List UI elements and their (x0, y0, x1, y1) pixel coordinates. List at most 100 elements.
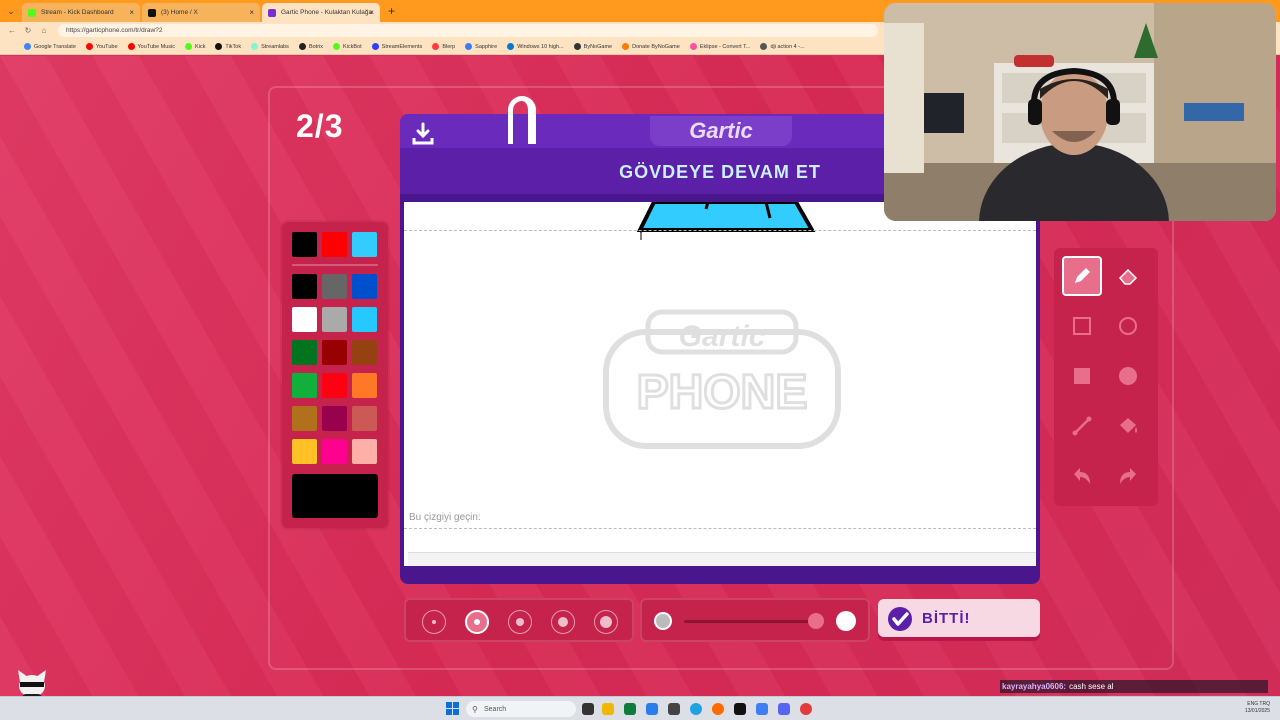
bookmark-favicon-icon (185, 43, 193, 50)
app2-icon[interactable] (756, 703, 768, 715)
undo-tool[interactable] (1062, 456, 1102, 496)
bookmark-favicon-icon (432, 43, 440, 50)
back-icon[interactable]: ← (4, 26, 20, 35)
color-swatch[interactable] (292, 406, 317, 431)
brush-size-option[interactable] (508, 610, 532, 634)
download-icon[interactable] (412, 122, 434, 146)
opacity-handle[interactable] (808, 613, 824, 629)
tiktok-icon[interactable] (734, 703, 746, 715)
color-swatch[interactable] (292, 307, 317, 332)
app-icon[interactable] (624, 703, 636, 715)
round-counter: 2/3 (296, 108, 344, 144)
bookmark-item[interactable]: Windows 10 high... (507, 43, 564, 50)
brush-size-option[interactable] (551, 610, 575, 634)
url-field[interactable]: https://garticphone.com/tr/draw?2 (58, 24, 878, 37)
close-tab-icon[interactable]: × (129, 8, 134, 17)
opacity-slider[interactable] (640, 598, 870, 642)
bookmark-item[interactable]: Botrix (298, 43, 323, 50)
discord-icon[interactable] (778, 703, 790, 715)
color-swatch[interactable] (352, 340, 377, 365)
color-swatch[interactable] (292, 373, 317, 398)
chat-username: kayrayahya0606: (1002, 682, 1067, 691)
bookmark-item[interactable]: dji action 4 -... (760, 43, 805, 50)
settings-icon[interactable] (668, 703, 680, 715)
rectangle-fill-tool[interactable] (1062, 356, 1102, 396)
bookmark-item[interactable]: KickBot (333, 43, 362, 50)
bookmark-label: Donate ByNoGame (632, 43, 680, 50)
recent-color-swatch[interactable] (352, 232, 377, 257)
tab-x-home[interactable]: (3) Home / X × (142, 3, 260, 22)
bucket-tool[interactable] (1108, 406, 1148, 446)
tab-kick-dashboard[interactable]: Stream - Kick Dashboard × (22, 3, 140, 22)
color-swatch[interactable] (352, 406, 377, 431)
tab-list-icon[interactable]: ⌄ (4, 4, 18, 18)
screen: ⌄ Stream - Kick Dashboard × (3) Home / X… (0, 0, 1280, 720)
undo-icon (1074, 468, 1090, 484)
system-tray[interactable]: ENG TRQ 13/01/2025 (1245, 701, 1270, 715)
bookmark-favicon-icon (371, 43, 379, 50)
obs-icon[interactable] (800, 703, 812, 715)
eraser-tool[interactable] (1108, 256, 1148, 296)
bookmark-label: ByNoGame (583, 43, 613, 50)
drawing-canvas[interactable]: Gartic PHONE Bu çizgiyi geçin: (404, 202, 1036, 566)
color-swatch[interactable] (322, 340, 347, 365)
bookmark-item[interactable]: Donate ByNoGame (622, 43, 680, 50)
color-swatch[interactable] (322, 439, 347, 464)
bookmark-item[interactable]: Google Translate (24, 43, 76, 50)
bookmark-item[interactable]: Kick (185, 43, 205, 50)
recent-color-swatch[interactable] (292, 232, 317, 257)
done-button[interactable]: BİTTİ! (878, 599, 1040, 637)
color-swatch[interactable] (322, 373, 347, 398)
bookmark-item[interactable]: Eklipse - Convert T... (689, 43, 750, 50)
firefox-icon[interactable] (712, 703, 724, 715)
bookmark-item[interactable]: YouTube (85, 43, 118, 50)
color-swatch[interactable] (322, 406, 347, 431)
rectangle-outline-icon (1073, 317, 1091, 335)
bookmark-favicon-icon (507, 43, 515, 50)
color-swatch[interactable] (322, 274, 347, 299)
brush-size-option[interactable] (594, 610, 618, 634)
bookmark-item[interactable]: TikTok (215, 43, 241, 50)
brush-dot-icon (432, 620, 436, 624)
close-tab-icon[interactable]: × (249, 8, 254, 17)
reload-icon[interactable]: ↻ (20, 26, 36, 35)
edge-icon[interactable] (690, 703, 702, 715)
color-swatch[interactable] (322, 307, 347, 332)
bookmark-label: KickBot (343, 43, 362, 50)
file-explorer-icon[interactable] (602, 703, 614, 715)
color-swatch[interactable] (352, 439, 377, 464)
rectangle-outline-tool[interactable] (1062, 306, 1102, 346)
tab-gartic-phone[interactable]: Gartic Phone - Kulaktan Kulağa × (262, 3, 380, 22)
close-tab-icon[interactable]: × (369, 8, 374, 17)
bookmark-item[interactable]: YouTube Music (127, 43, 175, 50)
bookmark-item[interactable]: StreamElements (371, 43, 422, 50)
bookmark-item[interactable]: Blerp (432, 43, 455, 50)
color-swatch[interactable] (292, 274, 317, 299)
taskbar-search[interactable]: ⚲ Search (466, 701, 576, 717)
brush-size-option[interactable] (465, 610, 489, 634)
bookmark-item[interactable]: ByNoGame (573, 43, 613, 50)
mail-icon[interactable] (646, 703, 658, 715)
ellipse-outline-tool[interactable] (1108, 306, 1148, 346)
palette-divider (292, 264, 378, 266)
color-swatch[interactable] (352, 373, 377, 398)
home-icon[interactable]: ⌂ (36, 26, 52, 35)
color-swatch[interactable] (352, 274, 377, 299)
bookmark-item[interactable]: Sapphire (465, 43, 497, 50)
new-tab-icon[interactable]: + (382, 4, 401, 18)
brush-size-selector (404, 598, 634, 642)
line-tool[interactable] (1062, 406, 1102, 446)
color-swatch[interactable] (352, 307, 377, 332)
color-swatch[interactable] (292, 340, 317, 365)
ellipse-fill-tool[interactable] (1108, 356, 1148, 396)
color-swatch[interactable] (292, 439, 317, 464)
pencil-tool[interactable] (1062, 256, 1102, 296)
redo-tool[interactable] (1108, 456, 1148, 496)
windows-start-icon[interactable] (446, 702, 459, 715)
brush-size-option[interactable] (422, 610, 446, 634)
opacity-track[interactable] (684, 620, 824, 623)
recent-color-swatch[interactable] (322, 232, 347, 257)
task-view-icon[interactable] (582, 703, 594, 715)
bookmark-item[interactable]: Streamlabs (251, 43, 289, 50)
search-icon: ⚲ (472, 704, 478, 714)
